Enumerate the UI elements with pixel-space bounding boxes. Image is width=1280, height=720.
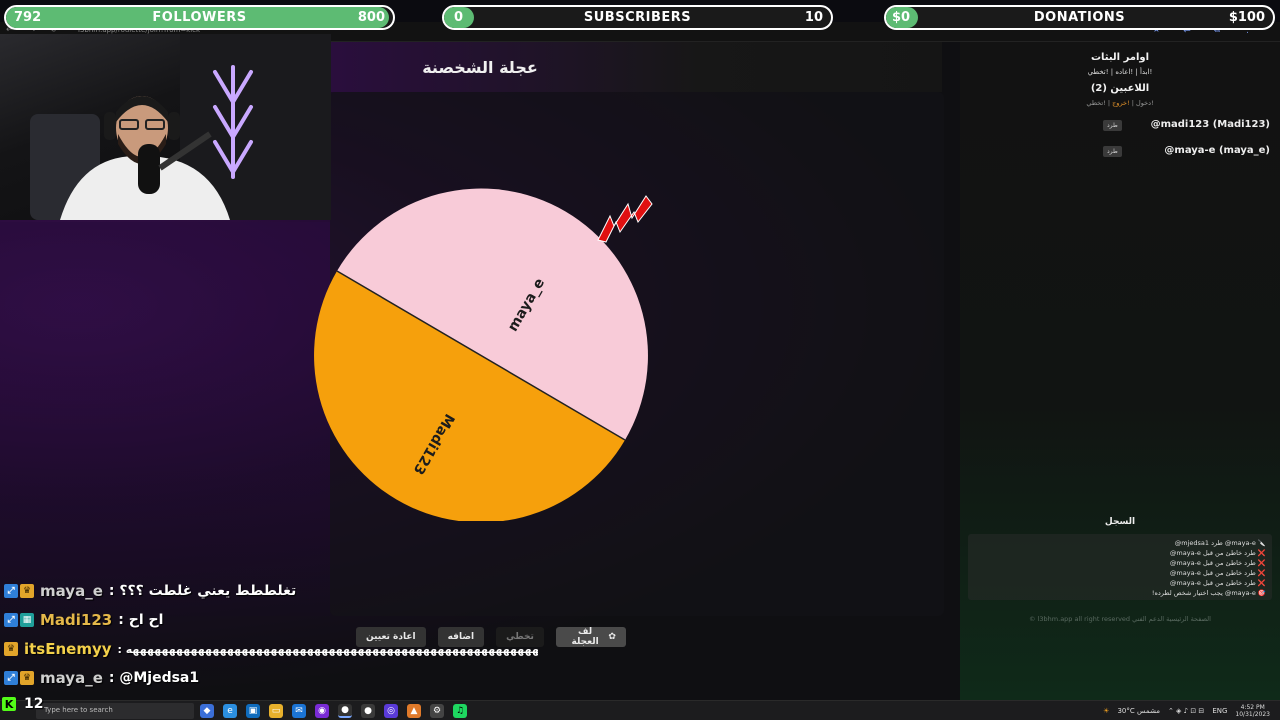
join-hint: !دخول | !خروج | !تخطي <box>1086 99 1154 107</box>
log-entry: ❌ طرد خاطئ من قبل maya-e@ <box>1169 549 1266 557</box>
taskbar-search[interactable]: Type here to search <box>36 703 194 719</box>
folder-icon[interactable]: ▭ <box>269 704 283 718</box>
footer-links[interactable]: الصفحة الرئيسية الدعم الفني l3bhm.app al… <box>1000 615 1240 623</box>
join-hint-join: !دخول <box>1135 99 1154 107</box>
chrome-icon[interactable]: ● <box>338 704 352 718</box>
subscribers-goal: 0 SUBSCRIBERS 10 <box>442 5 833 30</box>
widget-icon[interactable]: ◆ <box>200 704 214 718</box>
taskbar-search-placeholder: Type here to search <box>44 706 113 714</box>
kick-logo-icon: K <box>2 697 16 711</box>
clock-time: 4:52 PM <box>1240 704 1265 711</box>
chat-username: maya_e <box>40 669 103 687</box>
obs-icon[interactable]: ◎ <box>384 704 398 718</box>
settings-icon[interactable]: ⚙ <box>430 704 444 718</box>
commands-title: اوامر البثات <box>1090 52 1150 63</box>
game-title: عجلة الشخصنة <box>422 58 538 77</box>
player-name: @maya-e (maya_e) <box>1164 144 1270 156</box>
verified-badge-icon: ⤢ <box>4 613 18 627</box>
subscribers-label: SUBSCRIBERS <box>583 10 692 25</box>
language-indicator[interactable]: ENG <box>1212 707 1227 715</box>
player-row-madi: @madi123 (Madi123) <box>1100 117 1270 131</box>
followers-target: 800 <box>357 10 385 25</box>
clock-date: 10/31/2023 <box>1235 711 1270 718</box>
crown-badge-icon: ♛ <box>20 671 34 685</box>
stream-goals-bar: 792 FOLLOWERS 800 0 SUBSCRIBERS 10 $0 DO… <box>0 0 1280 36</box>
system-tray: ☀ 30°C مشمس ⌃ ◈ ♪ ⊡ ⊟ ENG 4:52 PM 10/31/… <box>1103 704 1270 718</box>
log-entry: ❌ طرد خاطئ من قبل maya-e@ <box>1169 579 1266 587</box>
chat-text: : اح اح <box>118 612 164 628</box>
log-entry: 🎯 maya-e@ يجب اختيار شخص لطرده! <box>1151 589 1266 597</box>
verified-badge-icon: ⤢ <box>4 584 18 598</box>
chat-text: : @Mjedsa1 <box>108 670 200 686</box>
players-title: اللاعبين (2) <box>1090 83 1150 94</box>
clock[interactable]: 4:52 PM 10/31/2023 <box>1235 704 1270 718</box>
viewer-count-value: 12 <box>24 696 44 712</box>
chat-username: itsEnemyy <box>24 640 112 658</box>
crown-badge-icon: ♛ <box>20 584 34 598</box>
left-background-panel <box>0 222 330 616</box>
mail-icon[interactable]: ✉ <box>292 704 306 718</box>
windows-taskbar: Type here to search ◆ e ▣ ▭ ✉ ◉ ● ● ◎ ▲ … <box>0 700 1280 720</box>
subscriber-badge-icon: ▦ <box>20 613 34 627</box>
crown-badge-icon: ♛ <box>4 642 18 656</box>
chat-username: maya_e <box>40 582 103 600</box>
join-hint-leave: !خروج <box>1112 99 1130 107</box>
app-orange-icon[interactable]: ▲ <box>407 704 421 718</box>
edge-icon[interactable]: e <box>223 704 237 718</box>
followers-goal: 792 FOLLOWERS 800 <box>4 5 395 30</box>
donations-target: $100 <box>1228 10 1265 25</box>
log-title: السجل <box>1104 517 1136 527</box>
spin-wheel-button[interactable]: لف العجلة ✿ <box>555 627 626 647</box>
spotify-icon[interactable]: ♫ <box>453 704 467 718</box>
player-name: @madi123 (Madi123) <box>1150 118 1270 130</box>
store-icon[interactable]: ▣ <box>246 704 260 718</box>
log-panel: 🔪 maya-e@ طرد mjedsa1@ ❌ طرد خاطئ من قبل… <box>968 534 1272 600</box>
chat-text: : تغلططط يعني غلطت ؟؟؟ <box>108 583 297 599</box>
app-icon[interactable]: ◉ <box>315 704 329 718</box>
log-entry: ❌ طرد خاطئ من قبل maya-e@ <box>1169 559 1266 567</box>
webcam-overlay <box>0 34 331 220</box>
verified-badge-icon: ⤢ <box>4 671 18 685</box>
weather-text[interactable]: 30°C مشمس <box>1117 707 1160 715</box>
streamer-avatar <box>30 96 230 220</box>
wheel-emoji-icon: ✿ <box>608 632 616 642</box>
wheel-pointer-arrow-icon <box>597 195 653 243</box>
donations-goal: $0 DONATIONS $100 <box>884 5 1275 30</box>
chat-message: ⤢ ♛ maya_e : @Mjedsa1 <box>4 667 199 689</box>
log-entry: 🔪 maya-e@ طرد mjedsa1@ <box>1174 539 1266 547</box>
game-sidebar: اوامر البثات !ابدأ | !اعاده | !تخطي اللا… <box>960 42 1280 700</box>
subscribers-target: 10 <box>804 10 823 25</box>
weather-icon: ☀ <box>1103 707 1110 715</box>
chat-text: : هههههههههههههههههههههههههههههههههههههه… <box>117 642 538 656</box>
chrome-profile-icon[interactable]: ● <box>361 704 375 718</box>
join-hint-skip: !تخطي <box>1086 99 1106 107</box>
player-row-maya: @maya-e (maya_e) <box>1100 143 1270 157</box>
viewer-count: K 12 <box>2 696 43 712</box>
chat-message: ⤢ ♛ maya_e : تغلططط يعني غلطت ؟؟؟ <box>4 580 296 602</box>
chat-message: ♛ itsEnemyy : هههههههههههههههههههههههههه… <box>4 638 538 660</box>
donations-label: DONATIONS <box>1033 10 1126 25</box>
chat-username: Madi123 <box>40 611 113 629</box>
commands-list: !ابدأ | !اعاده | !تخطي <box>1087 68 1153 76</box>
chat-message: ⤢ ▦ Madi123 : اح اح <box>4 609 163 631</box>
followers-label: FOLLOWERS <box>152 10 247 25</box>
taskbar-apps: ◆ e ▣ ▭ ✉ ◉ ● ● ◎ ▲ ⚙ ♫ <box>200 704 467 718</box>
tray-icons[interactable]: ⌃ ◈ ♪ ⊡ ⊟ <box>1168 707 1204 715</box>
spin-button-label: لف العجلة <box>571 627 599 647</box>
log-entry: ❌ طرد خاطئ من قبل maya-e@ <box>1169 569 1266 577</box>
